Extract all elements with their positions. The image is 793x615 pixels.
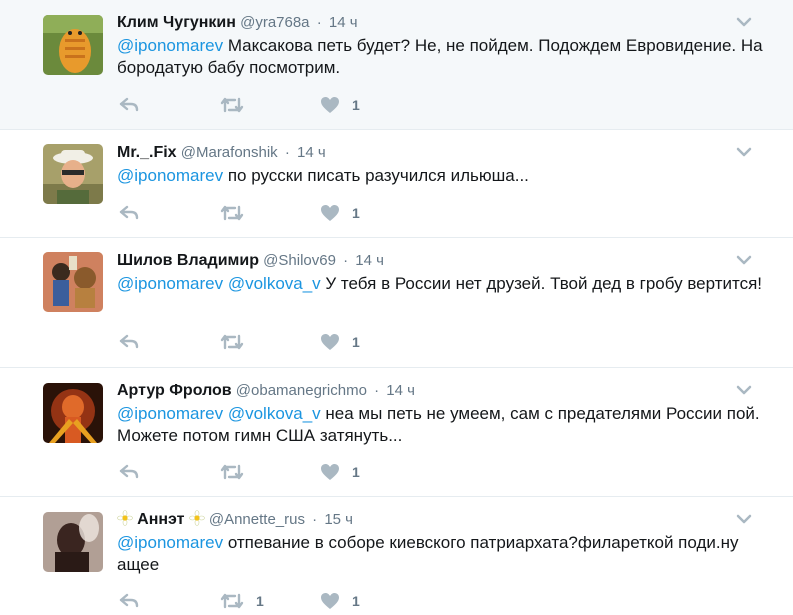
avatar[interactable] (43, 383, 103, 443)
like-button[interactable]: 1 (320, 332, 360, 352)
user-handle[interactable]: @Annette_rus (209, 511, 305, 528)
tweet-item[interactable]: Клим Чугункин @yra768a · 14 ч @iponomare… (0, 0, 793, 130)
separator-dot: · (374, 382, 380, 399)
mention-link[interactable]: @iponomarev (117, 36, 223, 55)
tweet-feed: Клим Чугункин @yra768a · 14 ч @iponomare… (0, 0, 793, 615)
tweet-text: @iponomarev отпевание в соборе киевского… (117, 532, 763, 576)
user-name[interactable]: Артур Фролов (117, 382, 232, 399)
reply-button[interactable] (119, 95, 139, 115)
like-count: 1 (352, 97, 360, 113)
tweet-text: @iponomarev Максакова петь будет? Не, не… (117, 35, 763, 79)
tweet-body: по русски писать разучился ильюша... (223, 166, 529, 185)
daisy-emoji-icon (188, 510, 205, 526)
like-count: 1 (352, 205, 360, 221)
heart-icon (321, 205, 339, 221)
reply-button[interactable] (119, 591, 139, 611)
chevron-down-icon[interactable] (736, 255, 752, 265)
separator-dot: · (284, 144, 290, 161)
like-button[interactable]: 1 (320, 462, 360, 482)
tweet-text: @iponomarev @volkova_v У тебя в России н… (117, 273, 763, 295)
tweet-item[interactable]: Mr._.Fix @Marafonshik · 14 ч @iponomarev… (0, 130, 793, 238)
reply-icon (119, 97, 139, 112)
retweet-button[interactable]: 1 (220, 591, 264, 611)
retweet-icon (220, 97, 244, 113)
like-button[interactable]: 1 (320, 591, 360, 611)
tweet-header: Клим Чугункин @yra768a · 14 ч (117, 12, 763, 34)
like-count: 1 (352, 593, 360, 609)
avatar-image (43, 144, 103, 204)
user-handle[interactable]: @Marafonshik (181, 144, 278, 161)
chevron-down-icon[interactable] (736, 514, 752, 524)
reply-button[interactable] (119, 332, 139, 352)
tweet-header: Шилов Владимир @Shilov69 · 14 ч (117, 250, 763, 272)
tweet-item[interactable]: Артур Фролов @obamanegrichmo · 14 ч @ipo… (0, 368, 793, 497)
mention-link[interactable]: @iponomarev (117, 533, 223, 552)
tweet-item[interactable]: Аннэт @Annette_rus · 15 ч @iponomarev от… (0, 497, 793, 615)
avatar[interactable] (43, 512, 103, 572)
user-name[interactable]: Аннэт (137, 511, 184, 528)
retweet-icon (220, 464, 244, 480)
heart-icon (321, 464, 339, 480)
avatar[interactable] (43, 252, 103, 312)
user-name[interactable]: Mr._.Fix (117, 144, 177, 161)
reply-button[interactable] (119, 203, 139, 223)
separator-dot: · (316, 14, 322, 31)
timestamp[interactable]: 14 ч (355, 252, 384, 269)
retweet-button[interactable] (220, 332, 244, 352)
timestamp[interactable]: 15 ч (324, 511, 353, 528)
like-count: 1 (352, 334, 360, 350)
daisy-emoji-icon (117, 510, 133, 526)
reply-icon (119, 593, 139, 608)
mention-link[interactable]: @iponomarev (117, 274, 223, 293)
tweet-item[interactable]: Шилов Владимир @Shilov69 · 14 ч @iponoma… (0, 238, 793, 368)
tweet-header: Mr._.Fix @Marafonshik · 14 ч (117, 142, 763, 164)
tweet-header: Артур Фролов @obamanegrichmo · 14 ч (117, 380, 763, 402)
heart-icon (321, 97, 339, 113)
avatar-image (43, 252, 103, 312)
chevron-down-icon[interactable] (736, 17, 752, 27)
mention-link[interactable]: @volkova_v (228, 274, 321, 293)
reply-icon (119, 464, 139, 479)
tweet-header: Аннэт @Annette_rus · 15 ч (117, 509, 763, 531)
tweet-text: @iponomarev @volkova_v неа мы петь не ум… (117, 403, 763, 447)
user-name[interactable]: Шилов Владимир (117, 252, 259, 269)
user-handle[interactable]: @Shilov69 (263, 252, 336, 269)
timestamp[interactable]: 14 ч (386, 382, 415, 399)
avatar[interactable] (43, 15, 103, 75)
separator-dot: · (312, 511, 318, 528)
user-name[interactable]: Клим Чугункин (117, 14, 236, 31)
avatar-image (43, 383, 103, 443)
tweet-text: @iponomarev по русски писать разучился и… (117, 165, 763, 187)
retweet-icon (220, 334, 244, 350)
retweet-button[interactable] (220, 203, 244, 223)
avatar[interactable] (43, 144, 103, 204)
mention-link[interactable]: @iponomarev (117, 166, 223, 185)
retweet-button[interactable] (220, 462, 244, 482)
mention-link[interactable]: @volkova_v (228, 404, 321, 423)
reply-icon (119, 334, 139, 349)
avatar-image (43, 512, 103, 572)
retweet-button[interactable] (220, 95, 244, 115)
reply-button[interactable] (119, 462, 139, 482)
heart-icon (321, 334, 339, 350)
chevron-down-icon[interactable] (736, 385, 752, 395)
retweet-icon (220, 593, 244, 609)
chevron-down-icon[interactable] (736, 147, 752, 157)
reply-icon (119, 205, 139, 220)
user-handle[interactable]: @yra768a (240, 14, 309, 31)
like-button[interactable]: 1 (320, 203, 360, 223)
heart-icon (321, 593, 339, 609)
retweet-count: 1 (256, 593, 264, 609)
retweet-icon (220, 205, 244, 221)
like-count: 1 (352, 464, 360, 480)
like-button[interactable]: 1 (320, 95, 360, 115)
separator-dot: · (343, 252, 349, 269)
user-handle[interactable]: @obamanegrichmo (236, 382, 367, 399)
timestamp[interactable]: 14 ч (297, 144, 326, 161)
timestamp[interactable]: 14 ч (329, 14, 358, 31)
mention-link[interactable]: @iponomarev (117, 404, 223, 423)
tweet-body: У тебя в России нет друзей. Твой дед в г… (320, 274, 762, 293)
avatar-image (43, 15, 103, 75)
